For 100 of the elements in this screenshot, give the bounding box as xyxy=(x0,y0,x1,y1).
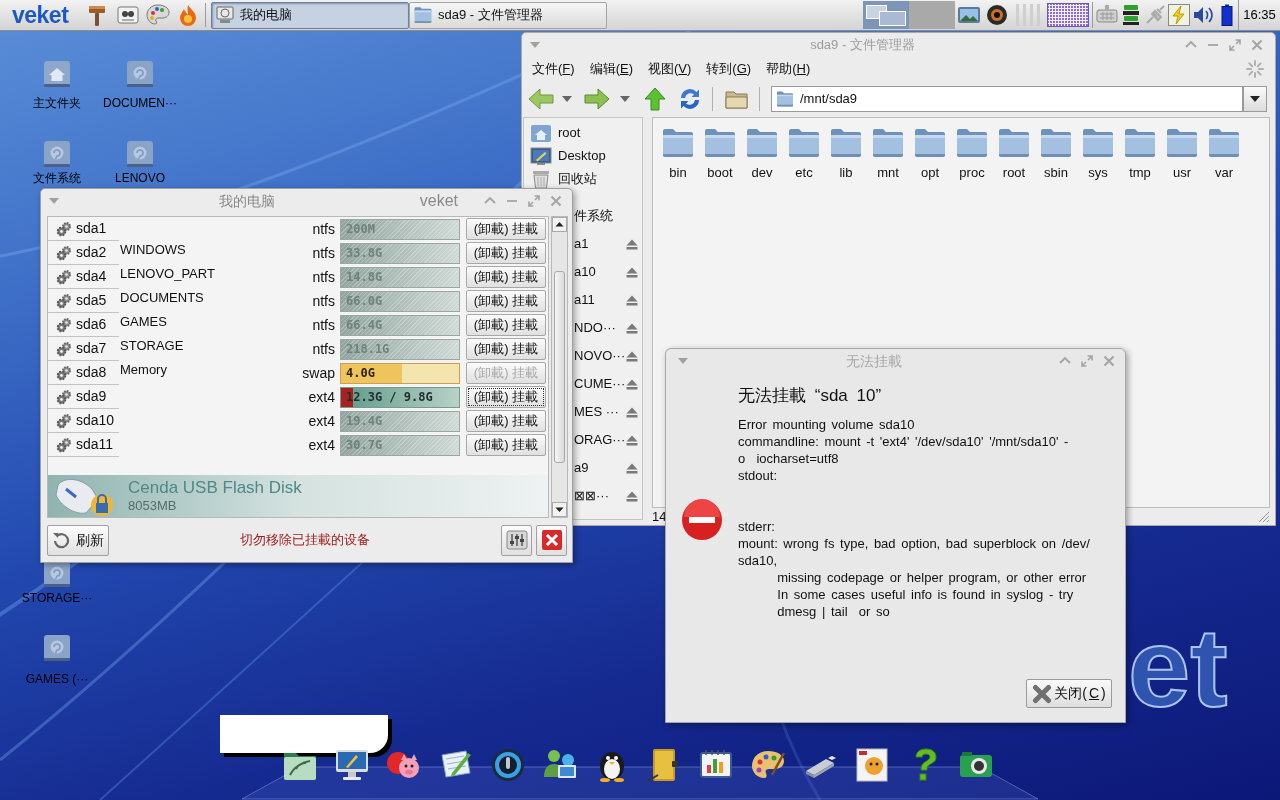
landscape-icon[interactable] xyxy=(957,4,981,26)
desktop-icon-label[interactable]: 主文件夹 xyxy=(33,96,81,110)
file-name[interactable]: proc xyxy=(959,165,985,181)
dropdown-arrow-icon[interactable] xyxy=(562,96,572,102)
file-name[interactable]: mnt xyxy=(877,165,899,181)
sidebar-item-label[interactable]: NDO··· xyxy=(574,318,616,338)
mount-button[interactable]: (卸載) 挂載 xyxy=(466,218,546,240)
file-name[interactable]: dev xyxy=(751,165,773,181)
device-cell[interactable]: sda9 xyxy=(48,385,119,409)
close-icon[interactable] xyxy=(1251,39,1263,51)
eject-icon[interactable] xyxy=(626,462,638,474)
close-icon[interactable] xyxy=(550,195,562,207)
dropdown-button[interactable] xyxy=(1243,86,1267,112)
eject-icon[interactable] xyxy=(626,378,638,390)
task-button[interactable]: sda9 - 文件管理器 xyxy=(409,1,607,29)
webcam-icon[interactable] xyxy=(985,3,1009,27)
disk-stack-icon[interactable] xyxy=(1120,4,1142,26)
task-button[interactable]: 我的电脑 xyxy=(211,1,409,29)
file-name[interactable]: usr xyxy=(1172,165,1192,181)
sidebar-item[interactable]: 回收站 xyxy=(524,167,642,190)
device-cell[interactable]: sda4 xyxy=(48,265,119,289)
menu-item[interactable]: 编辑(E) xyxy=(589,59,633,79)
refresh-icon[interactable] xyxy=(678,87,702,111)
palette-icon[interactable] xyxy=(146,3,170,27)
workspace-pager[interactable] xyxy=(863,1,955,29)
sidebar-item-label[interactable]: 件系统 xyxy=(574,206,613,226)
file-name[interactable]: etc xyxy=(795,165,813,181)
drive-icon[interactable] xyxy=(126,140,154,168)
file-name[interactable]: sbin xyxy=(1044,165,1068,181)
device-cell[interactable]: sda1 xyxy=(48,217,119,241)
eject-icon[interactable] xyxy=(626,434,638,446)
sidebar-item-label[interactable]: ORAG··· xyxy=(574,430,626,450)
device-cell[interactable]: sda5 xyxy=(48,289,119,313)
mount-button[interactable]: (卸載) 挂載 xyxy=(466,338,546,360)
device-cell[interactable]: sda10 xyxy=(48,409,119,433)
menu-triangle-icon[interactable] xyxy=(49,198,59,204)
drive-icon[interactable] xyxy=(43,140,71,168)
sidebar-item-label[interactable]: a10 xyxy=(574,262,596,282)
device-cell[interactable]: sda7 xyxy=(48,337,119,361)
cassette-icon[interactable] xyxy=(116,3,140,27)
lightning-icon[interactable] xyxy=(1168,4,1190,26)
drive-icon[interactable] xyxy=(43,634,71,662)
face-card-icon[interactable] xyxy=(854,747,890,783)
monitor-icon[interactable] xyxy=(334,747,370,783)
maximize-icon[interactable] xyxy=(528,195,540,207)
menu-item[interactable]: 帮助(H) xyxy=(766,59,811,79)
file-name[interactable]: root xyxy=(1002,165,1026,181)
menu-item[interactable]: 视图(V) xyxy=(648,59,692,79)
file-name[interactable]: boot xyxy=(707,165,733,181)
sidebar-item[interactable]: root xyxy=(524,121,642,144)
refresh-button[interactable]: 刷新 xyxy=(47,524,109,556)
eject-icon[interactable] xyxy=(626,322,638,334)
back-arrow-icon[interactable] xyxy=(528,87,554,111)
close-button[interactable] xyxy=(536,524,567,556)
sidebar-item-label[interactable]: a11 xyxy=(574,290,595,310)
sidebar-item-label[interactable]: CUME··· xyxy=(574,374,626,394)
eject-icon[interactable] xyxy=(626,406,638,418)
close-button[interactable]: 关闭(C) xyxy=(1026,679,1112,708)
file-name[interactable]: var xyxy=(1214,165,1234,181)
maximize-icon[interactable] xyxy=(1081,355,1093,367)
eject-icon[interactable] xyxy=(626,350,638,362)
desktop-icon-label[interactable]: 文件系统 xyxy=(33,171,81,185)
mount-button[interactable]: (卸載) 挂載 xyxy=(466,410,546,432)
sidebar-item-label[interactable]: NOVO··· xyxy=(574,346,626,366)
eject-icon[interactable] xyxy=(626,238,638,250)
sidebar-item-label[interactable]: ⊠⊠··· xyxy=(574,486,609,506)
file-name[interactable]: bin xyxy=(669,165,687,181)
mount-button[interactable]: (卸載) 挂載 xyxy=(466,290,546,312)
file-name[interactable]: lib xyxy=(839,165,853,181)
scroll-thumb[interactable] xyxy=(554,271,565,463)
mount-button[interactable]: (卸載) 挂載 xyxy=(466,386,546,408)
sidebar-item[interactable]: Desktop xyxy=(524,144,642,167)
dropdown-arrow-icon[interactable] xyxy=(620,96,630,102)
file-name[interactable]: sys xyxy=(1088,165,1108,181)
grid-graph-icon[interactable] xyxy=(1047,3,1089,27)
speaker-icon[interactable] xyxy=(490,747,526,783)
menu-item[interactable]: 文件(F) xyxy=(532,59,575,79)
menu-triangle-icon[interactable] xyxy=(530,42,540,48)
menu-item[interactable]: 转到(G) xyxy=(706,59,752,79)
up-arrow-icon[interactable] xyxy=(644,87,666,111)
scrollbar[interactable] xyxy=(551,216,568,518)
sidebar-item-label[interactable]: a1 xyxy=(574,234,589,254)
sidebar-item-label[interactable]: a9 xyxy=(574,458,589,478)
desktop-icon-label[interactable]: DOCUMEN··· xyxy=(103,96,177,110)
eject-icon[interactable] xyxy=(626,294,638,306)
mount-button[interactable]: (卸載) 挂載 xyxy=(466,434,546,456)
home-icon[interactable] xyxy=(43,60,71,88)
mixer-button[interactable] xyxy=(501,524,532,556)
file-name[interactable]: tmp xyxy=(1129,165,1151,181)
drive-icon[interactable] xyxy=(43,560,71,588)
drive-icon[interactable] xyxy=(126,60,154,88)
mount-button[interactable]: (卸載) 挂載 xyxy=(466,242,546,264)
eject-icon[interactable] xyxy=(626,266,638,278)
close-icon[interactable] xyxy=(1103,355,1115,367)
location-field[interactable]: /mnt/sda9 xyxy=(771,86,1243,112)
file-name[interactable]: opt xyxy=(920,165,940,181)
eject-icon[interactable] xyxy=(626,490,638,502)
device-cell[interactable]: sda2 xyxy=(48,241,119,265)
device-cell[interactable]: sda11 xyxy=(48,433,119,457)
logo-text[interactable]: veket xyxy=(0,3,80,27)
